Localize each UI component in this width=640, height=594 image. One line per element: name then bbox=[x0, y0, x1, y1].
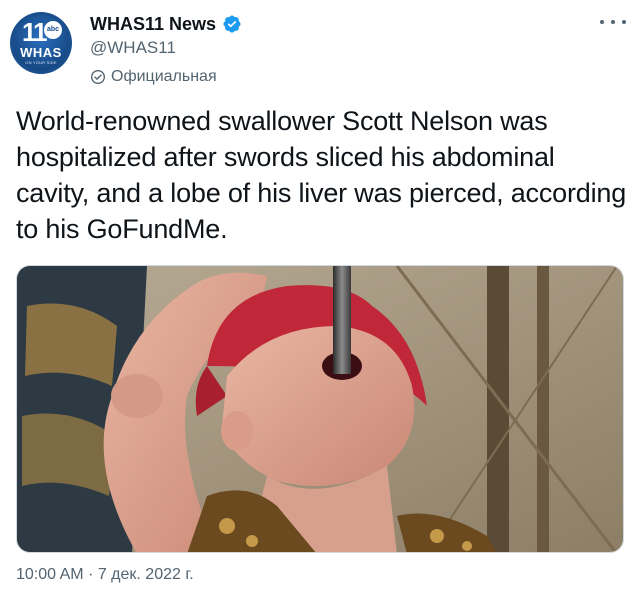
tweet-text: World-renowned swallower Scott Nelson wa… bbox=[16, 106, 627, 244]
author-name-row: WHAS11 News bbox=[90, 12, 242, 36]
more-dot-icon bbox=[611, 20, 615, 24]
author-display-name[interactable]: WHAS11 News bbox=[90, 14, 216, 35]
tweet-photo[interactable] bbox=[16, 265, 624, 553]
author-handle[interactable]: @WHAS11 bbox=[90, 38, 176, 58]
more-options-button[interactable] bbox=[600, 12, 626, 32]
photo-illustration bbox=[17, 266, 623, 552]
official-label: Официальная bbox=[111, 68, 217, 85]
more-dot-icon bbox=[600, 20, 604, 24]
avatar-network-badge: abc bbox=[44, 21, 62, 39]
tweet-timestamp[interactable]: 10:00 AM · 7 дек. 2022 г. bbox=[16, 566, 194, 584]
avatar-channel-number: 11 bbox=[22, 17, 47, 47]
author-avatar[interactable]: 11 abc WHAS ON YOUR SIDE bbox=[10, 12, 72, 74]
avatar-tagline: ON YOUR SIDE bbox=[25, 60, 57, 65]
tweet-card: 11 abc WHAS ON YOUR SIDE WHAS11 News @WH… bbox=[0, 0, 640, 594]
avatar-station-name: WHAS bbox=[20, 45, 62, 60]
official-label-row: Официальная bbox=[90, 68, 217, 86]
more-dot-icon bbox=[622, 20, 626, 24]
official-shield-icon bbox=[90, 69, 106, 85]
verified-badge-icon bbox=[222, 14, 242, 34]
